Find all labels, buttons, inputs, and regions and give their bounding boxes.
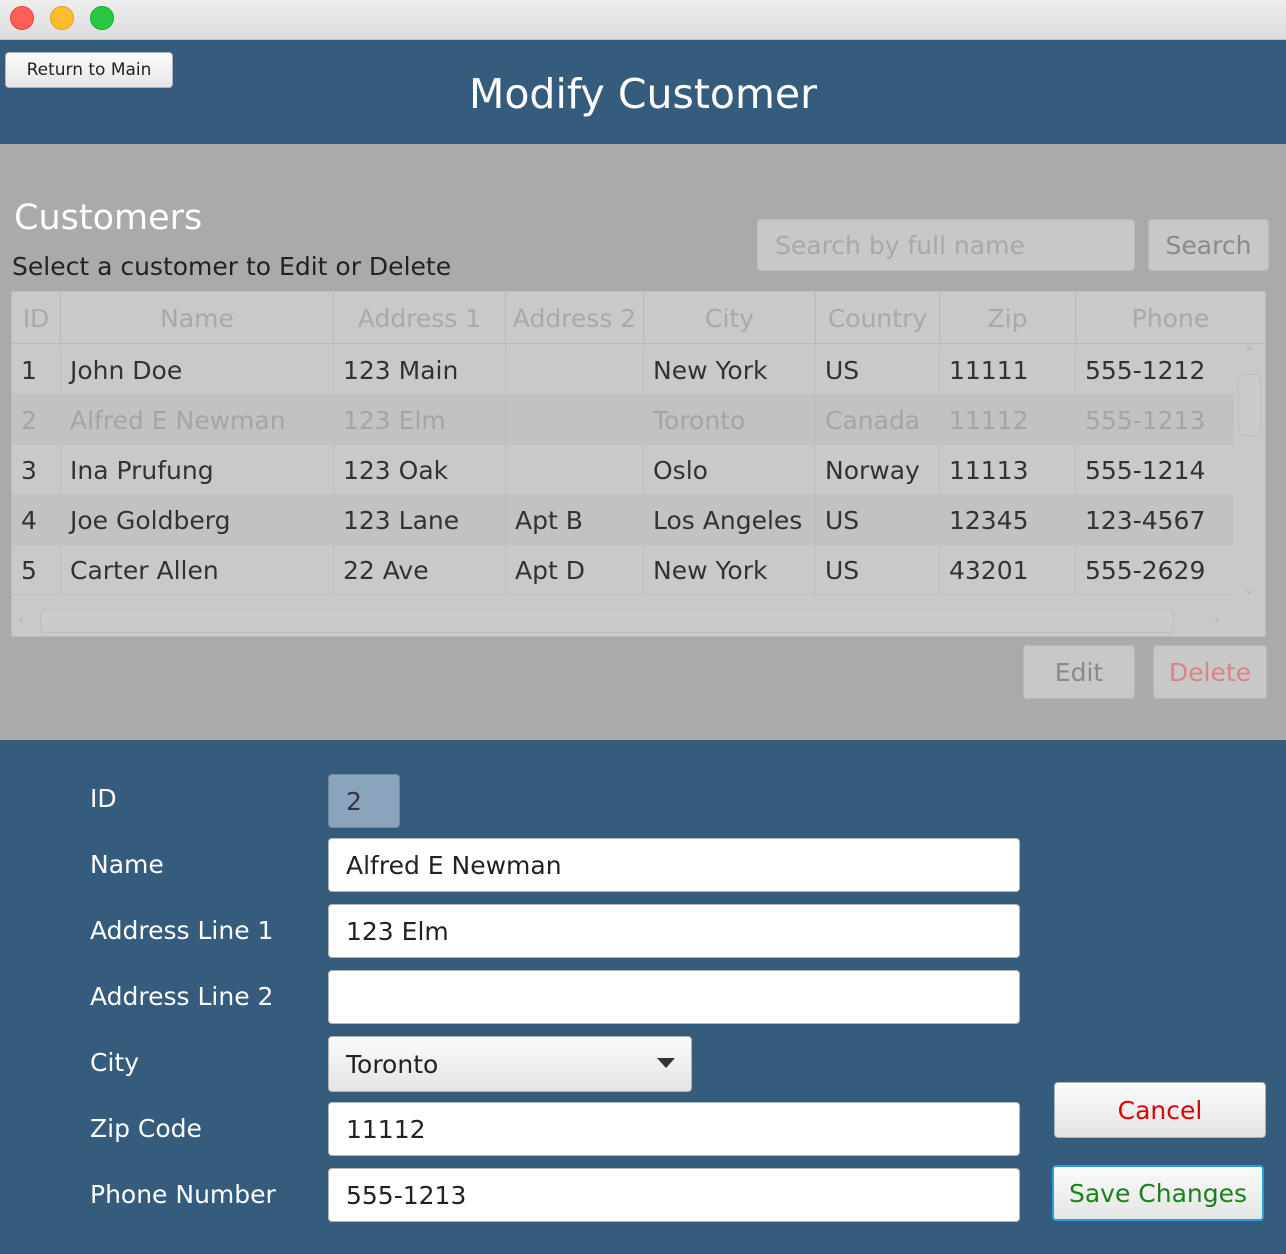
cell-address2	[506, 395, 644, 445]
search-input[interactable]	[757, 219, 1135, 271]
cell-city: Toronto	[644, 395, 816, 445]
cell-name: Ina Prufung	[61, 445, 334, 495]
column-header-address2[interactable]: Address 2	[506, 292, 644, 344]
city-select[interactable]: Toronto	[328, 1036, 692, 1092]
table-header: ID Name Address 1 Address 2 City Country…	[12, 292, 1265, 344]
header: Return to Main Modify Customer	[0, 40, 1286, 144]
close-window-button[interactable]	[10, 6, 34, 30]
cell-country: US	[816, 345, 940, 395]
cell-zip: 43201	[940, 545, 1076, 595]
column-header-country[interactable]: Country	[816, 292, 940, 344]
column-header-id[interactable]: ID	[12, 292, 61, 344]
cell-phone: 555-2629	[1085, 555, 1206, 585]
cell-city: New York	[644, 545, 816, 595]
cell-city: Los Angeles	[644, 495, 816, 545]
table-row[interactable]: 3 Ina Prufung 123 Oak Oslo Norway 11113 …	[12, 445, 1234, 495]
cell-phone: 555-1212	[1085, 355, 1206, 385]
cell-city: Oslo	[644, 445, 816, 495]
search-button[interactable]: Search	[1148, 219, 1269, 271]
minimize-window-button[interactable]	[50, 6, 74, 30]
cell-phone: 123-4567	[1085, 505, 1206, 535]
cell-zip: 11113	[940, 445, 1076, 495]
column-header-address1[interactable]: Address 1	[334, 292, 506, 344]
phone-label: Phone Number	[90, 1180, 276, 1209]
customer-form: ID 2 Name Address Line 1 Address Line 2 …	[0, 740, 1286, 1254]
id-label: ID	[90, 784, 117, 813]
chevron-down-icon	[657, 1058, 675, 1068]
cell-country: US	[816, 545, 940, 595]
cell-country: US	[816, 495, 940, 545]
column-header-phone[interactable]: Phone	[1076, 292, 1265, 344]
cell-address1: 123 Elm	[334, 395, 506, 445]
cell-id: 1	[12, 345, 61, 395]
phone-field[interactable]	[328, 1168, 1020, 1222]
page-title: Modify Customer	[468, 70, 818, 118]
cancel-button[interactable]: Cancel	[1054, 1082, 1266, 1138]
zip-field[interactable]	[328, 1102, 1020, 1156]
cell-name: John Doe	[61, 345, 334, 395]
address2-field[interactable]	[328, 970, 1020, 1024]
customers-heading: Customers	[14, 198, 203, 238]
edit-button[interactable]: Edit	[1023, 645, 1135, 699]
cell-phone: 555-1213	[1085, 405, 1206, 435]
cell-id: 5	[12, 545, 61, 595]
cell-name: Alfred E Newman	[61, 395, 334, 445]
cell-zip: 11111	[940, 345, 1076, 395]
scroll-right-icon[interactable]: ›	[1214, 610, 1220, 628]
horizontal-scroll-thumb[interactable]	[40, 609, 1174, 633]
city-label: City	[90, 1048, 139, 1077]
table-horizontal-scrollbar[interactable]: ‹ ›	[12, 606, 1265, 636]
zip-label: Zip Code	[90, 1114, 202, 1143]
name-field[interactable]	[328, 838, 1020, 892]
column-header-city[interactable]: City	[644, 292, 816, 344]
address1-field[interactable]	[328, 904, 1020, 958]
cell-id: 4	[12, 495, 61, 545]
scroll-down-icon[interactable]: ⌄	[1243, 580, 1256, 598]
column-header-zip[interactable]: Zip	[940, 292, 1076, 344]
cell-address2	[506, 345, 644, 395]
table-row[interactable]: 1 John Doe 123 Main New York US 11111 55…	[12, 345, 1234, 395]
table-vertical-scrollbar[interactable]: ⌃ ⌄	[1234, 344, 1265, 606]
cell-zip: 11112	[940, 395, 1076, 445]
delete-button[interactable]: Delete	[1153, 645, 1267, 699]
cell-city: New York	[644, 345, 816, 395]
cell-address2	[506, 445, 644, 495]
column-header-name[interactable]: Name	[61, 292, 334, 344]
table-row[interactable]: 4 Joe Goldberg 123 Lane Apt B Los Angele…	[12, 495, 1234, 545]
customers-table[interactable]: ID Name Address 1 Address 2 City Country…	[11, 291, 1266, 637]
zoom-window-button[interactable]	[90, 6, 114, 30]
address2-label: Address Line 2	[90, 982, 274, 1011]
city-selected-value: Toronto	[346, 1049, 439, 1079]
vertical-scroll-thumb[interactable]	[1238, 374, 1261, 436]
scroll-left-icon[interactable]: ‹	[18, 610, 24, 628]
cell-zip: 12345	[940, 495, 1076, 545]
table-row[interactable]: 5 Carter Allen 22 Ave Apt D New York US …	[12, 545, 1234, 595]
cell-address1: 22 Ave	[334, 545, 506, 595]
cell-phone: 555-1214	[1085, 455, 1206, 485]
name-label: Name	[90, 850, 164, 879]
cell-address2: Apt B	[506, 495, 644, 545]
id-field: 2	[328, 774, 400, 828]
window-titlebar	[0, 0, 1286, 40]
cell-id: 3	[12, 445, 61, 495]
cell-country: Norway	[816, 445, 940, 495]
customers-instructions: Select a customer to Edit or Delete	[12, 252, 452, 281]
save-changes-button[interactable]: Save Changes	[1052, 1165, 1264, 1221]
cell-country: Canada	[816, 395, 940, 445]
address1-label: Address Line 1	[90, 916, 274, 945]
cell-name: Carter Allen	[61, 545, 334, 595]
cell-id: 2	[12, 395, 61, 445]
cell-address1: 123 Main	[334, 345, 506, 395]
cell-address2: Apt D	[506, 545, 644, 595]
cell-address1: 123 Oak	[334, 445, 506, 495]
table-row-selected[interactable]: 2 Alfred E Newman 123 Elm Toronto Canada…	[12, 395, 1234, 445]
cell-address1: 123 Lane	[334, 495, 506, 545]
cell-name: Joe Goldberg	[61, 495, 334, 545]
scroll-up-icon[interactable]: ⌃	[1243, 344, 1256, 362]
